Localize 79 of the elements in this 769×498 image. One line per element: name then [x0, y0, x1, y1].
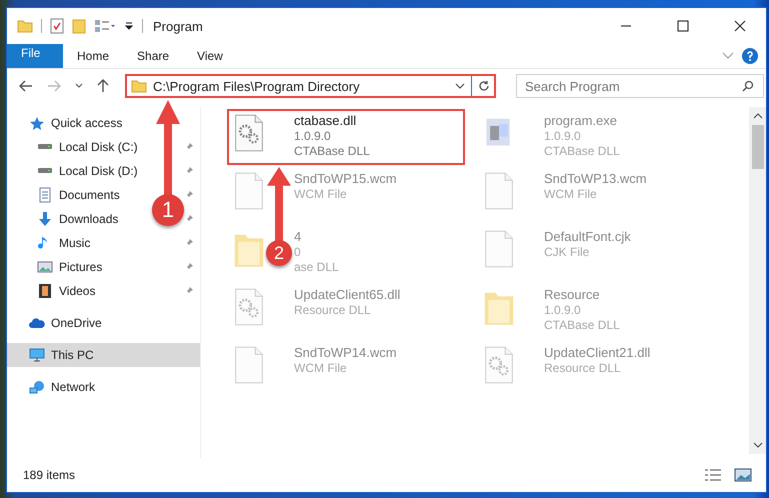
file-detail: Resource DLL: [294, 303, 372, 317]
close-icon[interactable]: [734, 20, 746, 32]
file-detail: WCM File: [294, 361, 348, 375]
file-name: 4: [294, 229, 302, 244]
file-detail: CTABase DLL: [294, 144, 370, 158]
file-detail: 1.0.9.0: [544, 303, 582, 317]
file-icon[interactable]: [483, 229, 515, 269]
nav-item[interactable]: Quick access: [7, 111, 200, 135]
file-detail: WCM File: [544, 187, 598, 201]
document-icon: [37, 187, 53, 203]
file-name: SndToWP13.wcm: [544, 171, 647, 186]
ribbon-tab[interactable]: Home: [63, 44, 124, 68]
file-detail: CTABase DLL: [544, 318, 620, 332]
item-count: 189 items: [23, 468, 76, 482]
file-detail: ase DLL: [294, 260, 339, 274]
drive-icon: [37, 168, 53, 174]
up-icon[interactable]: [97, 79, 109, 93]
file-name: program.exe: [544, 113, 618, 128]
ribbon-tab[interactable]: Share: [123, 44, 184, 68]
nav-item[interactable]: Music: [7, 231, 152, 255]
properties-icon[interactable]: [50, 18, 64, 34]
nav-item[interactable]: This PC: [7, 343, 200, 367]
file-icon[interactable]: [233, 345, 265, 385]
customize-icon[interactable]: [124, 21, 134, 31]
window-title: Program: [153, 18, 203, 34]
cloud-icon: [29, 316, 45, 330]
large-icons-view-icon[interactable]: [734, 468, 752, 482]
chevron-down-icon[interactable]: [455, 83, 465, 89]
nav-item[interactable]: Videos: [7, 279, 152, 303]
refresh-icon[interactable]: [478, 80, 490, 92]
details-view-icon[interactable]: [704, 468, 722, 482]
gear-file-icon[interactable]: [483, 345, 515, 385]
file-detail: CJK File: [544, 245, 590, 259]
file-detail: WCM File: [294, 187, 348, 201]
scrollbar-thumb[interactable]: [752, 125, 764, 169]
picture-icon: [37, 259, 53, 275]
ribbon-tab[interactable]: File: [7, 44, 63, 68]
network-icon: [29, 380, 45, 394]
download-icon: [37, 211, 53, 227]
nav-item[interactable]: Local Disk (C:): [7, 135, 152, 159]
gear-file-icon[interactable]: [233, 113, 265, 153]
file-name: SndToWP14.wcm: [294, 345, 397, 360]
nav-item[interactable]: Downloads: [7, 207, 152, 231]
file-name: DefaultFont.cjk: [544, 229, 631, 244]
file-name: SndToWP15.wcm: [294, 171, 397, 186]
drive-icon: [37, 144, 53, 150]
file-detail: Resource DLL: [544, 361, 622, 375]
maximize-icon[interactable]: [677, 20, 689, 32]
ribbon-tab[interactable]: View: [183, 44, 237, 68]
star-icon: [29, 116, 45, 130]
pc-icon: [29, 348, 45, 362]
nav-item[interactable]: Documents: [7, 183, 152, 207]
file-detail: 0: [294, 245, 302, 259]
address-path: C:\Program Files\Program Directory: [153, 78, 361, 94]
chevron-down-icon[interactable]: [75, 83, 83, 89]
scroll-down-icon[interactable]: [752, 442, 762, 448]
nav-item[interactable]: OneDrive: [7, 311, 200, 335]
back-icon[interactable]: [19, 80, 33, 92]
file-icon[interactable]: [233, 171, 265, 211]
file-name: UpdateClient21.dll: [544, 345, 650, 360]
file-name: UpdateClient65.dll: [294, 287, 400, 302]
file-detail: 1.0.9.0: [294, 129, 332, 143]
file-detail: CTABase DLL: [544, 144, 620, 158]
gear-file-icon[interactable]: [233, 287, 265, 327]
file-detail: 1.0.9.0: [544, 129, 582, 143]
help-icon[interactable]: [742, 48, 758, 64]
scroll-up-icon[interactable]: [752, 113, 762, 119]
nav-item[interactable]: Pictures: [7, 255, 152, 279]
list-icon[interactable]: [94, 19, 116, 33]
nav-item[interactable]: Network: [7, 375, 200, 399]
film-icon: [37, 283, 53, 299]
file-icon[interactable]: [483, 171, 515, 211]
search-field[interactable]: Search Program: [516, 74, 764, 98]
file-name: Resource: [544, 287, 601, 302]
nav-item[interactable]: Local Disk (D:): [7, 159, 152, 183]
search-icon: [742, 80, 754, 92]
forward-icon[interactable]: [47, 80, 61, 92]
address-field[interactable]: C:\Program Files\Program Directory: [125, 74, 496, 98]
file-name: ctabase.dll: [294, 113, 358, 128]
